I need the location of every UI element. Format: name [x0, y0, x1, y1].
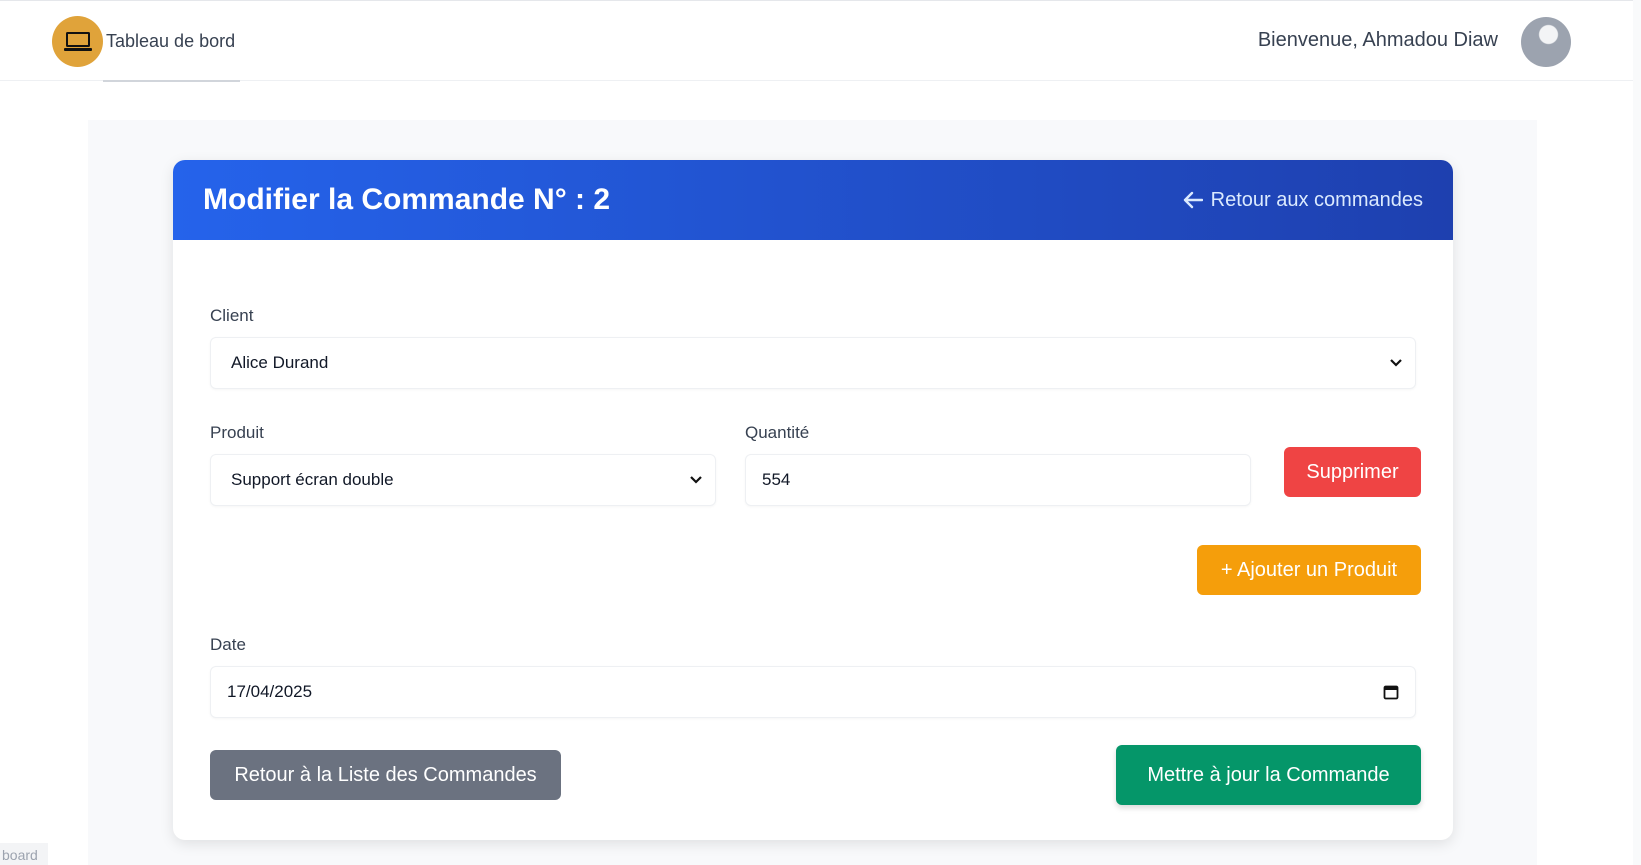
quantity-label: Quantité	[745, 423, 810, 442]
brand[interactable]: Tableau de bord	[52, 16, 235, 67]
add-product-button[interactable]: + Ajouter un Produit	[1197, 545, 1421, 595]
scrollbar[interactable]	[1633, 0, 1641, 865]
welcome-text: Bienvenue, Ahmadou Diaw	[1257, 29, 1498, 51]
client-label: Client	[210, 306, 254, 325]
edit-order-card: Modifier la Commande N° : 2 Retour aux c…	[173, 160, 1453, 840]
date-label: Date	[210, 635, 246, 654]
date-value: 17/04/2025	[227, 682, 313, 701]
arrow-left-icon	[1183, 191, 1203, 209]
card-header: Modifier la Commande N° : 2 Retour aux c…	[173, 160, 1453, 240]
back-to-orders-link[interactable]: Retour aux commandes	[1183, 189, 1423, 212]
delete-product-button[interactable]: Supprimer	[1284, 447, 1421, 497]
quantity-input[interactable]: 554	[745, 454, 1251, 506]
footer-tag: board	[0, 843, 48, 865]
top-navbar: Tableau de bord Bienvenue, Ahmadou Diaw	[0, 0, 1641, 82]
back-to-orders-label: Retour aux commandes	[1210, 188, 1423, 211]
date-input[interactable]: 17/04/2025	[210, 666, 1416, 718]
product-select[interactable]: Support écran double	[210, 454, 716, 506]
nav-active-underline	[103, 80, 240, 82]
calendar-icon[interactable]	[1383, 684, 1399, 700]
product-label: Produit	[210, 423, 264, 442]
laptop-logo-icon	[52, 16, 103, 67]
client-select[interactable]: Alice Durand	[210, 337, 1416, 389]
client-select-value: Alice Durand	[231, 353, 329, 372]
avatar[interactable]	[1521, 17, 1571, 67]
back-to-list-button[interactable]: Retour à la Liste des Commandes	[210, 750, 561, 800]
product-select-value: Support écran double	[231, 470, 394, 489]
chevron-down-icon	[1390, 359, 1402, 367]
chevron-down-icon	[690, 476, 702, 484]
page-title: Modifier la Commande N° : 2	[203, 183, 611, 216]
update-order-button[interactable]: Mettre à jour la Commande	[1116, 745, 1421, 805]
quantity-value: 554	[762, 470, 791, 489]
dashboard-link[interactable]: Tableau de bord	[106, 31, 235, 52]
